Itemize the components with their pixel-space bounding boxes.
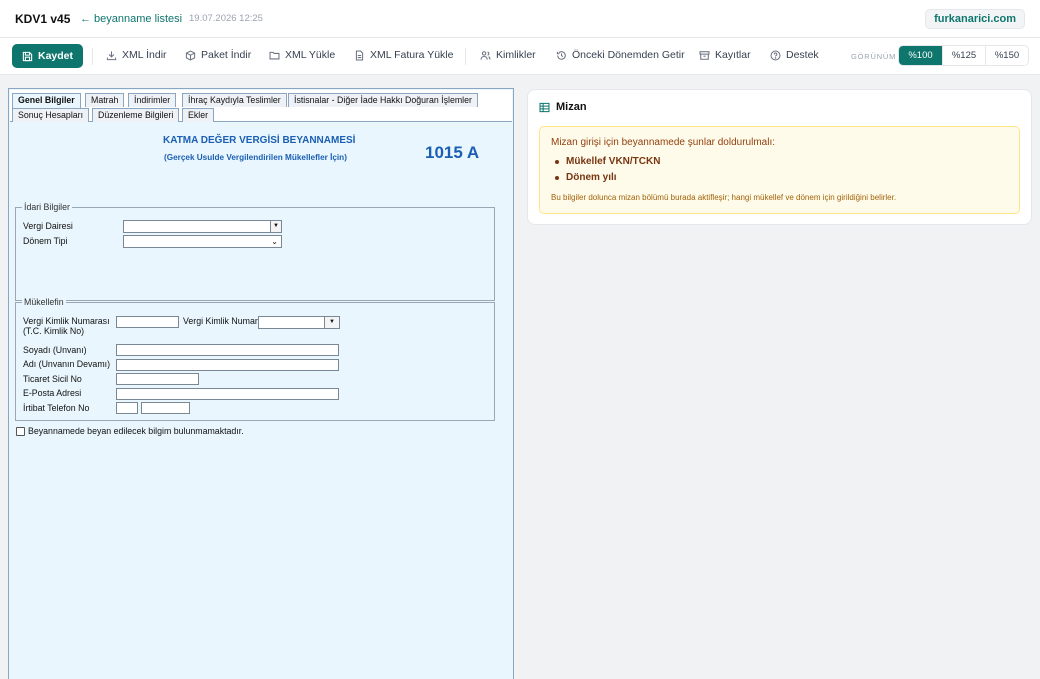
list-item: Dönem yılı (554, 172, 660, 183)
table-icon (539, 102, 550, 113)
donem-tipi-label: Dönem Tipi (23, 236, 68, 246)
mukellef-legend: Mükellefin (22, 297, 66, 307)
domain-badge[interactable]: furkanarici.com (925, 9, 1025, 29)
telefon-area-code-input[interactable] (116, 402, 138, 414)
soyadi-label: Soyadı (Unvanı) (23, 345, 87, 355)
tckn-label: (T.C. Kimlik No) (23, 326, 85, 336)
vergi-dairesi-select[interactable]: ▼ (123, 220, 282, 233)
chevron-down-icon: ⌄ (271, 237, 278, 246)
tab-ihrac-kaydiyla-teslimler[interactable]: İhraç Kaydıyla Teslimler (182, 93, 287, 107)
mukellef-fieldset: Mükellefin Vergi Kimlik Numarası (T.C. K… (15, 297, 495, 421)
previous-period-label: Önceki Dönemden Getir (572, 49, 685, 61)
donem-tipi-select[interactable]: ⌄ (123, 235, 282, 248)
support-label: Destek (786, 49, 819, 61)
telefon-number-input[interactable] (141, 402, 190, 414)
save-label: Kaydet (37, 50, 73, 62)
mizan-card: Mizan Mizan girişi için beyannamede şunl… (527, 89, 1032, 225)
telefon-label: İrtibat Telefon No (23, 403, 90, 413)
tab-ekler[interactable]: Ekler (182, 108, 215, 122)
vkn-b-label: Vergi Kimlik Numar (183, 316, 258, 326)
mizan-requirements-alert: Mizan girişi için beyannamede şunlar dol… (539, 126, 1020, 214)
package-icon (185, 49, 196, 61)
form-code: 1015 A (425, 143, 480, 162)
tab-matrah[interactable]: Matrah (85, 93, 125, 107)
ticaret-sicil-label: Ticaret Sicil No (23, 374, 82, 384)
declaration-form-panel: Genel Bilgiler Matrah İndirimler İhraç K… (8, 88, 514, 679)
document-icon (355, 50, 364, 60)
zoom-125-button[interactable]: %125 (942, 46, 985, 65)
mizan-title: Mizan (556, 101, 587, 113)
xml-upload-button[interactable]: XML Yükle (269, 49, 335, 61)
help-icon (770, 50, 781, 60)
zoom-100-button[interactable]: %100 (899, 46, 942, 65)
eposta-input[interactable] (116, 388, 339, 400)
app-title: KDV1 v45 (15, 12, 71, 26)
save-button[interactable]: Kaydet (12, 44, 83, 68)
records-button[interactable]: Kayıtlar (699, 49, 751, 61)
zoom-150-button[interactable]: %150 (985, 46, 1028, 65)
package-download-button[interactable]: Paket İndir (185, 49, 251, 61)
no-declaration-checkbox[interactable] (16, 427, 25, 436)
tab-duzenleme-bilgileri[interactable]: Düzenleme Bilgileri (92, 108, 180, 122)
zoom-selector: %100 %125 %150 (898, 45, 1029, 66)
support-button[interactable]: Destek (770, 49, 819, 61)
toolbar-divider (465, 48, 466, 65)
dropdown-arrow-icon: ▼ (324, 317, 339, 328)
form-subtitle: (Gerçek Usulde Vergilendirilen Mükellefl… (164, 153, 347, 162)
history-icon (556, 50, 566, 60)
xml-download-button[interactable]: XML İndir (106, 49, 167, 61)
tab-sonuc-hesaplari[interactable]: Sonuç Hesapları (12, 108, 90, 122)
form-tabs: Genel Bilgiler Matrah İndirimler İhraç K… (10, 90, 512, 122)
ticaret-sicil-input[interactable] (116, 373, 199, 385)
folder-icon (269, 51, 280, 59)
identities-label: Kimlikler (496, 49, 536, 61)
list-item: Mükellef VKN/TCKN (554, 156, 660, 167)
tab-istisnalar[interactable]: İstisnalar - Diğer İade Hakkı Doğuran İş… (288, 93, 478, 107)
vkn-label: Vergi Kimlik Numarası (23, 316, 110, 326)
timestamp: 19.07.2026 12:25 (189, 13, 263, 24)
toolbar-divider (92, 48, 93, 65)
package-download-label: Paket İndir (201, 49, 252, 61)
toolbar: Kaydet XML İndir Paket İndir XML Yükle X… (0, 38, 1040, 75)
vergi-dairesi-label: Vergi Dairesi (23, 221, 73, 231)
download-icon (106, 50, 117, 60)
mizan-note: Bu bilgiler dolunca mizan bölümü burada … (551, 193, 897, 202)
tab-genel-bilgiler[interactable]: Genel Bilgiler (12, 93, 81, 108)
vkn-select[interactable]: ▼ (258, 316, 340, 329)
xml-invoice-upload-button[interactable]: XML Fatura Yükle (354, 49, 453, 61)
identities-button[interactable]: Kimlikler (480, 49, 536, 61)
back-to-list-link[interactable]: ← beyanname listesi (80, 13, 182, 25)
xml-upload-label: XML Yükle (285, 49, 336, 61)
eposta-label: E-Posta Adresi (23, 388, 82, 398)
requirements-list: Mükellef VKN/TCKN Dönem yılı (554, 156, 660, 188)
soyadi-input[interactable] (116, 344, 339, 356)
previous-period-button[interactable]: Önceki Dönemden Getir (556, 49, 685, 61)
idari-bilgiler-fieldset: İdari Bilgiler Vergi Dairesi ▼ Dönem Tip… (15, 202, 495, 301)
dropdown-arrow-icon: ▼ (270, 221, 281, 232)
save-icon (22, 51, 33, 61)
xml-download-label: XML İndir (122, 49, 167, 61)
view-label: GÖRÜNÜM (851, 52, 897, 61)
idari-bilgiler-legend: İdari Bilgiler (22, 202, 72, 212)
xml-invoice-upload-label: XML Fatura Yükle (370, 49, 454, 61)
tab-indirimler[interactable]: İndirimler (128, 93, 177, 107)
archive-icon (699, 50, 710, 60)
tckn-input[interactable] (116, 316, 179, 328)
adi-input[interactable] (116, 359, 339, 371)
top-header: KDV1 v45 ← beyanname listesi 19.07.2026 … (0, 0, 1040, 38)
form-title: KATMA DEĞER VERGİSİ BEYANNAMESİ (163, 135, 356, 146)
no-declaration-label: Beyannamede beyan edilecek bilgim bulunm… (28, 426, 244, 436)
adi-label: Adı (Unvanın Devamı) (23, 359, 111, 369)
mizan-intro: Mizan girişi için beyannamede şunlar dol… (551, 137, 775, 148)
records-label: Kayıtlar (715, 49, 751, 61)
users-icon (480, 50, 491, 60)
